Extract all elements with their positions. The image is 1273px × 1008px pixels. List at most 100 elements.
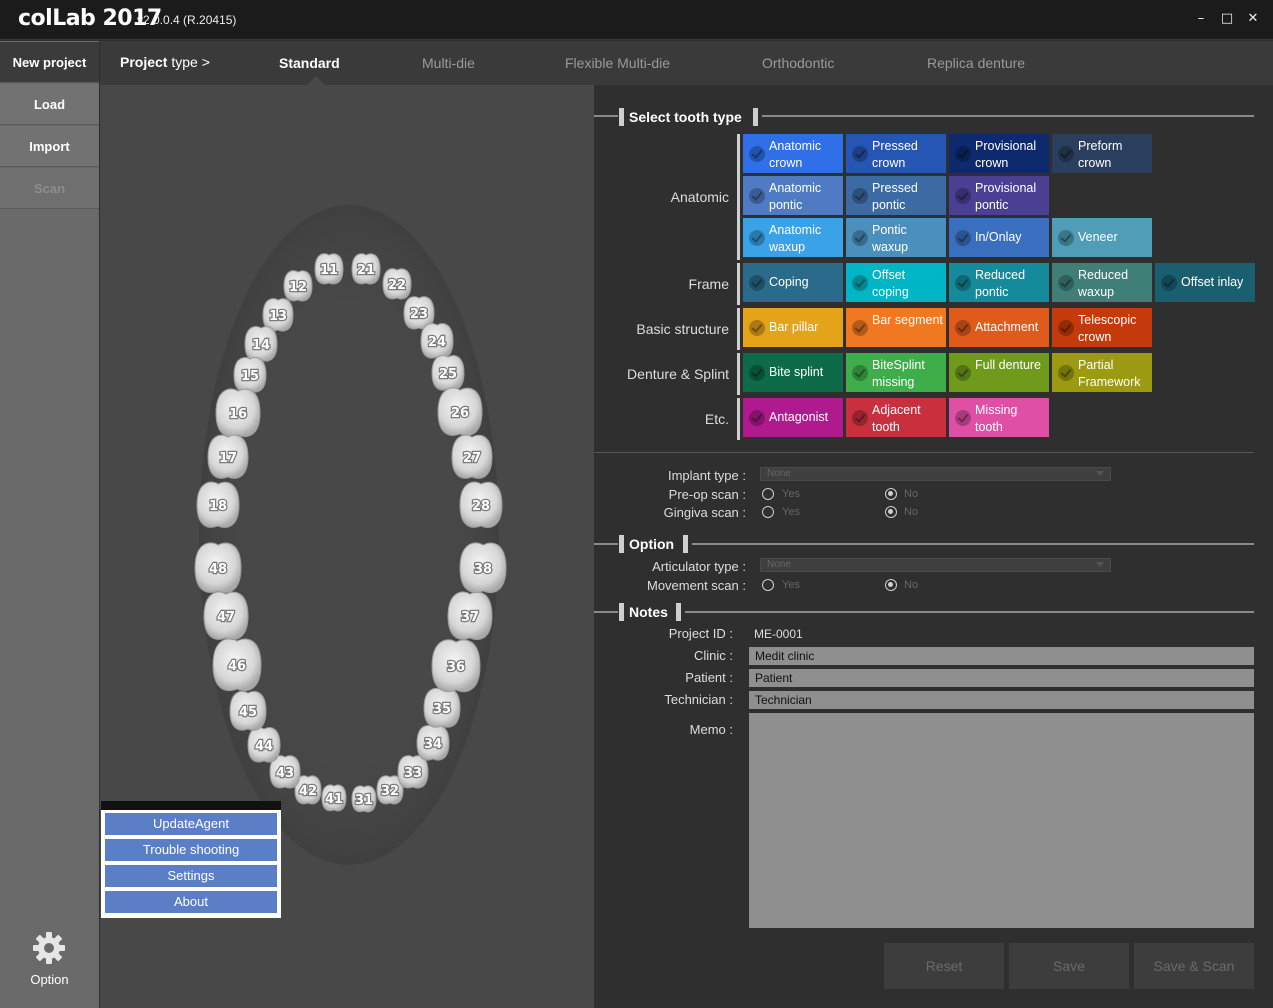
tile-inonlay[interactable]: In/Onlay bbox=[949, 218, 1049, 257]
minimize-icon[interactable]: – bbox=[1192, 9, 1210, 29]
tile-bar-segment[interactable]: Bar segment bbox=[846, 308, 946, 347]
technician-field[interactable]: Technician bbox=[749, 691, 1254, 709]
tooth-11[interactable]: 11 bbox=[314, 253, 344, 285]
new-project-button[interactable]: New project bbox=[0, 42, 99, 83]
tooth-48[interactable]: 48 bbox=[194, 542, 242, 594]
tooth-36[interactable]: 36 bbox=[431, 639, 481, 693]
tooth-26[interactable]: 26 bbox=[437, 387, 483, 437]
import-button[interactable]: Import bbox=[0, 126, 99, 167]
tooth-12[interactable]: 12 bbox=[283, 270, 313, 302]
tooth-46[interactable]: 46 bbox=[212, 638, 262, 692]
tile-preform-crown[interactable]: Preform crown bbox=[1052, 134, 1152, 173]
tooth-24[interactable]: 24 bbox=[420, 323, 454, 359]
tile-partial-framework[interactable]: Partial Framework bbox=[1052, 353, 1152, 392]
gingiva-no-radio[interactable] bbox=[885, 506, 897, 518]
preop-yes-radio[interactable] bbox=[762, 488, 774, 500]
settings-menu-item[interactable]: Settings bbox=[105, 865, 277, 887]
sidebar: New project Load Import Scan Option bbox=[0, 41, 99, 1008]
close-icon[interactable]: ✕ bbox=[1244, 9, 1262, 29]
tooth-47[interactable]: 47 bbox=[203, 591, 249, 641]
tooth-45[interactable]: 45 bbox=[229, 690, 267, 731]
articulator-type-label: Articulator type : bbox=[652, 559, 746, 574]
tooth-16[interactable]: 16 bbox=[215, 388, 261, 438]
tile-anatomic-crown[interactable]: Anatomic crown bbox=[743, 134, 843, 173]
trouble-shooting-menu-item[interactable]: Trouble shooting bbox=[105, 839, 277, 861]
movement-no-radio[interactable] bbox=[885, 579, 897, 591]
tile-attachment[interactable]: Attachment bbox=[949, 308, 1049, 347]
tooth-14[interactable]: 14 bbox=[244, 326, 278, 362]
tooth-17[interactable]: 17 bbox=[207, 434, 249, 479]
preop-no-radio[interactable] bbox=[885, 488, 897, 500]
movement-no-label: No bbox=[904, 579, 919, 591]
tile-reduced-waxup[interactable]: Reduced waxup bbox=[1052, 263, 1152, 302]
tooth-35[interactable]: 35 bbox=[423, 687, 461, 728]
load-button[interactable]: Load bbox=[0, 84, 99, 125]
tile-missing-tooth[interactable]: Missing tooth bbox=[949, 398, 1049, 437]
update-agent-menu-item[interactable]: UpdateAgent bbox=[105, 813, 277, 835]
check-icon bbox=[749, 365, 765, 381]
tab-multi-die[interactable]: Multi-die bbox=[422, 55, 475, 71]
tooth-15[interactable]: 15 bbox=[233, 357, 267, 393]
scan-button[interactable]: Scan bbox=[0, 168, 99, 209]
tooth-22[interactable]: 22 bbox=[382, 268, 412, 300]
tooth-44[interactable]: 44 bbox=[247, 727, 281, 763]
reset-button[interactable]: Reset bbox=[884, 943, 1004, 989]
tile-veneer[interactable]: Veneer bbox=[1052, 218, 1152, 257]
tooth-34[interactable]: 34 bbox=[416, 725, 450, 761]
tile-bitesplint-missing[interactable]: BiteSplint missing bbox=[846, 353, 946, 392]
movement-yes-radio[interactable] bbox=[762, 579, 774, 591]
tile-anatomic-waxup[interactable]: Anatomic waxup bbox=[743, 218, 843, 257]
tab-standard[interactable]: Standard bbox=[279, 55, 340, 71]
maximize-icon[interactable]: □ bbox=[1218, 9, 1236, 29]
tile-pressed-pontic[interactable]: Pressed pontic bbox=[846, 176, 946, 215]
tab-orthodontic[interactable]: Orthodontic bbox=[762, 55, 834, 71]
about-menu-item[interactable]: About bbox=[105, 891, 277, 913]
movement-yes-label: Yes bbox=[782, 579, 800, 591]
tooth-38[interactable]: 38 bbox=[459, 542, 507, 594]
tile-bar-pillar[interactable]: Bar pillar bbox=[743, 308, 843, 347]
tab-flexible-multi-die[interactable]: Flexible Multi-die bbox=[565, 55, 670, 71]
tile-offset-coping[interactable]: Offset coping bbox=[846, 263, 946, 302]
tab-replica-denture[interactable]: Replica denture bbox=[927, 55, 1025, 71]
check-icon bbox=[749, 410, 765, 426]
tile-pressed-crown[interactable]: Pressed crown bbox=[846, 134, 946, 173]
tile-telescopic-crown[interactable]: Telescopic crown bbox=[1052, 308, 1152, 347]
tile-label: Provisional crown bbox=[975, 139, 1037, 170]
check-icon bbox=[749, 320, 765, 336]
tile-offset-inlay[interactable]: Offset inlay bbox=[1155, 263, 1255, 302]
tooth-25[interactable]: 25 bbox=[431, 355, 465, 391]
tile-bite-splint[interactable]: Bite splint bbox=[743, 353, 843, 392]
tile-label: Anatomic pontic bbox=[769, 181, 822, 212]
gingiva-no-label: No bbox=[904, 506, 919, 518]
implant-type-select[interactable]: None bbox=[760, 467, 1111, 481]
save-button[interactable]: Save bbox=[1009, 943, 1129, 989]
tile-adjacent-tooth[interactable]: Adjacent tooth bbox=[846, 398, 946, 437]
tile-provisional-crown[interactable]: Provisional crown bbox=[949, 134, 1049, 173]
tile-anatomic-pontic[interactable]: Anatomic pontic bbox=[743, 176, 843, 215]
check-icon bbox=[955, 230, 971, 246]
tooth-18[interactable]: 18 bbox=[196, 481, 240, 528]
gingiva-yes-radio[interactable] bbox=[762, 506, 774, 518]
tile-reduced-pontic[interactable]: Reduced pontic bbox=[949, 263, 1049, 302]
clinic-field[interactable]: Medit clinic bbox=[749, 647, 1254, 665]
option-button[interactable]: Option bbox=[0, 926, 99, 1006]
tooth-33[interactable]: 33 bbox=[397, 755, 429, 789]
memo-textarea[interactable] bbox=[749, 713, 1254, 928]
tile-pontic-waxup[interactable]: Pontic waxup bbox=[846, 218, 946, 257]
tooth-37[interactable]: 37 bbox=[447, 591, 493, 641]
tile-provisional-pontic[interactable]: Provisional pontic bbox=[949, 176, 1049, 215]
tile-full-denture[interactable]: Full denture bbox=[949, 353, 1049, 392]
tooth-41[interactable]: 41 bbox=[321, 784, 347, 812]
tooth-21[interactable]: 21 bbox=[351, 253, 381, 285]
patient-field[interactable]: Patient bbox=[749, 669, 1254, 687]
tooth-28[interactable]: 28 bbox=[459, 481, 503, 528]
tile-coping[interactable]: Coping bbox=[743, 263, 843, 302]
articulator-type-select[interactable]: None bbox=[760, 558, 1111, 572]
save-and-scan-button[interactable]: Save & Scan bbox=[1134, 943, 1254, 989]
tooth-27[interactable]: 27 bbox=[451, 434, 493, 479]
tooth-number: 25 bbox=[439, 367, 457, 382]
tile-antagonist[interactable]: Antagonist bbox=[743, 398, 843, 437]
tile-label: Bite splint bbox=[769, 365, 824, 379]
tooth-number: 38 bbox=[474, 562, 492, 577]
tooth-31[interactable]: 31 bbox=[351, 785, 377, 813]
